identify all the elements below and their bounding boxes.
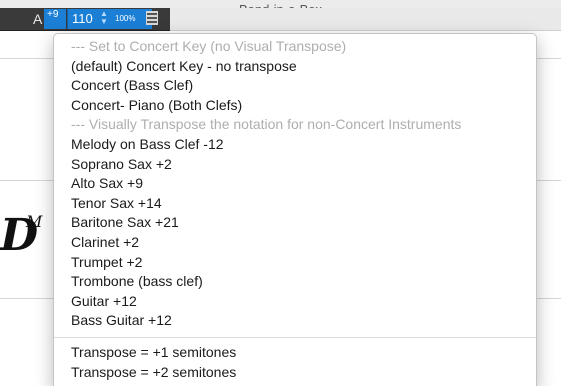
- menu-item-label: Clarinet +2: [71, 233, 140, 250]
- tempo-control[interactable]: 110 ▲ ▼ 100%: [67, 9, 152, 29]
- menu-item[interactable]: Trombone (bass clef): [54, 272, 536, 292]
- menu-item[interactable]: Transpose = +1 semitones: [54, 343, 536, 363]
- tempo-stepper[interactable]: ▲ ▼: [99, 10, 109, 28]
- menu-item[interactable]: Bass Guitar +12: [54, 311, 536, 331]
- menu-item-label: Concert (Bass Clef): [71, 77, 194, 94]
- menu-grip-icon[interactable]: [146, 11, 158, 25]
- menu-section-header: --- Set to Concert Key (no Visual Transp…: [54, 37, 536, 57]
- menu-item-label: --- Visually Transpose the notation for …: [71, 116, 462, 133]
- menu-item-label: Melody on Bass Clef -12: [71, 135, 224, 152]
- menu-item[interactable]: Melody on Bass Clef -12: [54, 135, 536, 155]
- menu-item-label: Transpose = +1 semitones: [71, 343, 237, 360]
- menu-section-header: --- Visually Transpose the notation for …: [54, 115, 536, 135]
- menu-item[interactable]: Clarinet +2: [54, 233, 536, 253]
- menu-item-label: Guitar +12: [71, 292, 137, 309]
- toolbar-light-section: [170, 8, 561, 31]
- menu-item-label: Bass Guitar +12: [71, 312, 172, 329]
- tempo-value[interactable]: 110: [72, 11, 93, 26]
- menu-item[interactable]: Concert- Piano (Both Clefs): [54, 96, 536, 116]
- checkmark-icon: ✓: [53, 174, 54, 194]
- menu-item[interactable]: Concert (Bass Clef): [54, 76, 536, 96]
- menu-item-label: Soprano Sax +2: [71, 155, 172, 172]
- menu-item-label: Transpose = +2 semitones: [71, 363, 237, 380]
- menu-item[interactable]: Transpose = +2 semitones: [54, 363, 536, 383]
- tempo-percent[interactable]: 100%: [115, 14, 135, 23]
- transpose-dropdown-menu: --- Set to Concert Key (no Visual Transp…: [53, 33, 537, 386]
- menu-item-label: (default) Concert Key - no transpose: [71, 57, 297, 74]
- menu-item-label: Trombone (bass clef): [71, 273, 203, 290]
- key-signature-button[interactable]: A: [33, 11, 42, 27]
- menu-item[interactable]: Baritone Sax +21: [54, 213, 536, 233]
- chord-suffix: M: [26, 212, 43, 231]
- menu-item[interactable]: ✓ Alto Sax +9: [54, 174, 536, 194]
- menu-item[interactable]: Trumpet +2: [54, 253, 536, 273]
- menu-item[interactable]: Tenor Sax +14: [54, 194, 536, 214]
- menu-item-label: Baritone Sax +21: [71, 214, 179, 231]
- menu-item[interactable]: Guitar +12: [54, 292, 536, 312]
- menu-item-label: Concert- Piano (Both Clefs): [71, 96, 243, 113]
- menu-item-label: Alto Sax +9: [71, 175, 143, 192]
- tempo-down-icon[interactable]: ▼: [99, 18, 109, 26]
- menu-item[interactable]: Soprano Sax +2: [54, 155, 536, 175]
- menu-list: --- Set to Concert Key (no Visual Transp…: [54, 34, 536, 382]
- menu-item-label: Tenor Sax +14: [71, 194, 162, 211]
- transpose-badge[interactable]: +9: [44, 9, 66, 29]
- menu-item[interactable]: (default) Concert Key - no transpose: [54, 57, 536, 77]
- menu-separator: [54, 336, 536, 338]
- menu-item-label: Trumpet +2: [71, 253, 143, 270]
- menu-item-label: --- Set to Concert Key (no Visual Transp…: [71, 38, 347, 54]
